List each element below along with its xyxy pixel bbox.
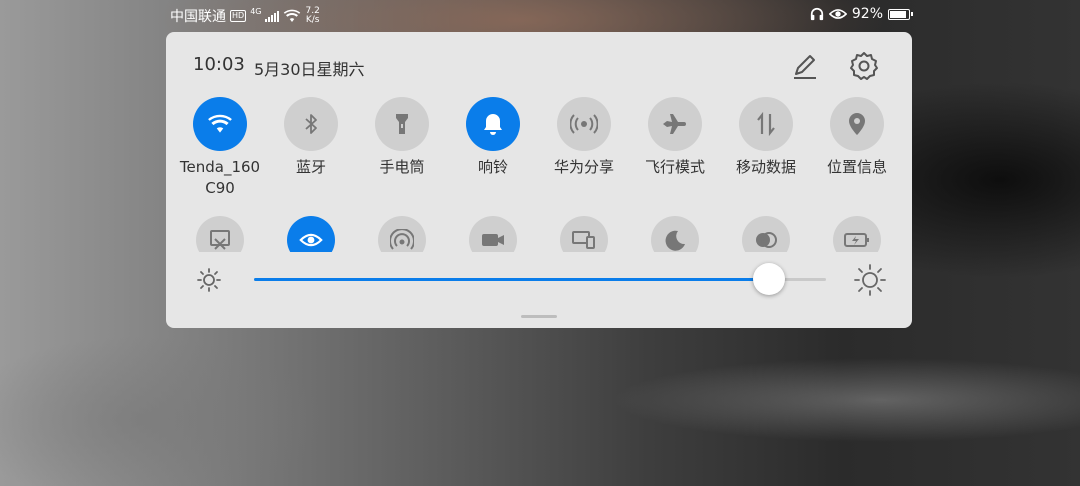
hotspot-icon (390, 229, 414, 250)
tile-dark-mode-button[interactable] (742, 216, 790, 252)
tile-hotspot-button[interactable] (378, 216, 426, 252)
tile-bluetooth[interactable]: 蓝牙 (266, 97, 356, 178)
pencil-icon[interactable] (788, 50, 820, 82)
tile-location-button[interactable] (830, 97, 884, 151)
tile-ring[interactable]: 响铃 (448, 97, 538, 178)
tile-mobile-data[interactable]: 移动数据 (721, 97, 811, 178)
status-bar-left: 中国联通 HD 4G 7.2 K/s (170, 6, 320, 26)
tile-huawei-share[interactable]: 华为分享 (539, 97, 629, 178)
tile-label: 华为分享 (553, 158, 614, 176)
tile-multi-screen-button[interactable] (560, 216, 608, 252)
tile-bluetooth-button[interactable] (284, 97, 338, 151)
multi-screen-icon (572, 231, 595, 249)
speed-unit: K/s (305, 15, 320, 25)
hd-badge: HD (230, 10, 247, 22)
moon-icon (665, 230, 685, 251)
location-icon (849, 113, 865, 135)
tile-flashlight[interactable]: 手电筒 (357, 97, 447, 178)
tile-night-button[interactable] (651, 216, 699, 252)
screenshot-icon (210, 230, 230, 250)
tile-eye-comfort-button[interactable] (287, 216, 335, 252)
brightness-slider-fill (254, 278, 769, 281)
eye-comfort-icon (828, 9, 847, 19)
clock-date: 5月30日星期六 (254, 60, 365, 79)
tile-label: 手电筒 (379, 158, 425, 176)
tile-label: 位置信息 (826, 158, 887, 176)
tile-flashlight-button[interactable] (375, 97, 429, 151)
tile-airplane-mode-button[interactable] (648, 97, 702, 151)
brightness-slider[interactable] (254, 263, 826, 295)
tile-label: Tenda_160 C90 (179, 158, 261, 197)
tile-wifi[interactable]: Tenda_160 C90 (175, 97, 265, 199)
quick-settings-panel: 10:03 5月30日星期六 Tenda_160 C90 蓝牙 手电筒 响铃 华… (166, 32, 912, 328)
battery-saver-icon (844, 233, 869, 247)
clock-time: 10:03 (193, 54, 245, 75)
tile-screen-record-button[interactable] (469, 216, 517, 252)
gear-icon[interactable] (848, 50, 880, 82)
screen-record-icon (482, 234, 504, 246)
dark-mode-icon (756, 232, 777, 248)
flashlight-icon (396, 114, 408, 134)
carrier-name: 中国联通 (170, 9, 226, 25)
tile-location[interactable]: 位置信息 (812, 97, 902, 178)
tiles-row-2 (166, 216, 912, 252)
brightness-high-icon (854, 264, 886, 296)
brightness-low-icon (197, 268, 221, 292)
tile-screenshot-button[interactable] (196, 216, 244, 252)
wifi-icon (208, 114, 232, 133)
network-speed: 7.2 K/s (305, 7, 319, 25)
battery-percent: 92% (851, 6, 883, 22)
network-type: 4G (250, 6, 262, 16)
signal-icon (265, 10, 280, 22)
tile-ring-button[interactable] (466, 97, 520, 151)
bluetooth-icon (305, 114, 317, 134)
battery-fill (890, 10, 907, 18)
tile-battery-saver-button[interactable] (833, 216, 881, 252)
tile-wifi-button[interactable] (193, 97, 247, 151)
panel-drag-handle[interactable] (521, 315, 557, 318)
brightness-slider-thumb[interactable] (752, 263, 785, 295)
battery-icon (888, 8, 913, 20)
tile-huawei-share-button[interactable] (557, 97, 611, 151)
wifi-icon (284, 9, 301, 22)
tile-mobile-data-button[interactable] (739, 97, 793, 151)
status-bar-right: 92% (810, 6, 913, 22)
tile-label: 响铃 (477, 158, 508, 176)
eye-comfort-icon (299, 233, 323, 247)
airplane-icon (663, 114, 686, 134)
mobile-data-icon (757, 112, 775, 136)
headphones-icon (810, 7, 823, 21)
tile-label: 移动数据 (735, 158, 796, 176)
tile-label: 蓝牙 (295, 158, 326, 176)
status-bar: 中国联通 HD 4G 7.2 K/s 92% (0, 0, 1080, 32)
share-icon (570, 114, 598, 134)
bell-icon (484, 114, 502, 135)
tile-label: 飞行模式 (644, 158, 705, 176)
tile-airplane-mode[interactable]: 飞行模式 (630, 97, 720, 178)
